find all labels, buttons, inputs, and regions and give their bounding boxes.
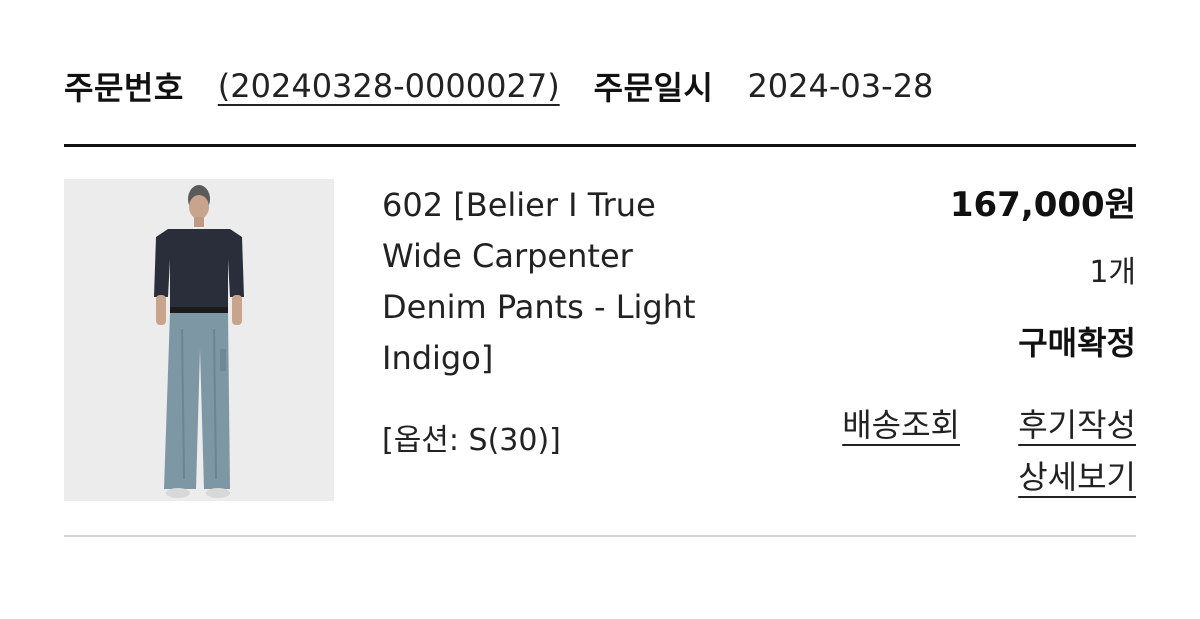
product-image bbox=[64, 179, 334, 501]
order-number-link[interactable]: (20240328-0000027) bbox=[218, 67, 560, 105]
order-status: 구매확정 bbox=[1018, 324, 1136, 362]
product-name-line: Wide Carpenter bbox=[382, 237, 633, 275]
order-number-label: 주문번호 bbox=[64, 69, 184, 107]
write-review-link[interactable]: 후기작성 bbox=[1018, 400, 1136, 450]
product-name-line: Indigo] bbox=[382, 339, 494, 377]
product-name[interactable]: 602 [Belier I True Wide Carpenter Denim … bbox=[382, 180, 752, 384]
header-divider bbox=[64, 144, 1136, 147]
item-divider bbox=[64, 535, 1136, 537]
product-name-line: Denim Pants - Light bbox=[382, 288, 696, 326]
item-price: 167,000원 bbox=[949, 185, 1136, 225]
order-date-label: 주문일시 bbox=[593, 69, 714, 107]
order-header: 주문번호 (20240328-0000027) 주문일시 2024-03-28 bbox=[64, 62, 933, 110]
track-delivery-link[interactable]: 배송조회 bbox=[842, 400, 960, 450]
product-thumbnail[interactable] bbox=[64, 179, 334, 501]
product-option: [옵션: S(30)] bbox=[382, 423, 561, 458]
product-name-line: 602 [Belier I True bbox=[382, 186, 656, 224]
order-date: 2024-03-28 bbox=[747, 67, 934, 105]
item-quantity: 1개 bbox=[1089, 255, 1136, 290]
view-details-link[interactable]: 상세보기 bbox=[1018, 452, 1136, 502]
